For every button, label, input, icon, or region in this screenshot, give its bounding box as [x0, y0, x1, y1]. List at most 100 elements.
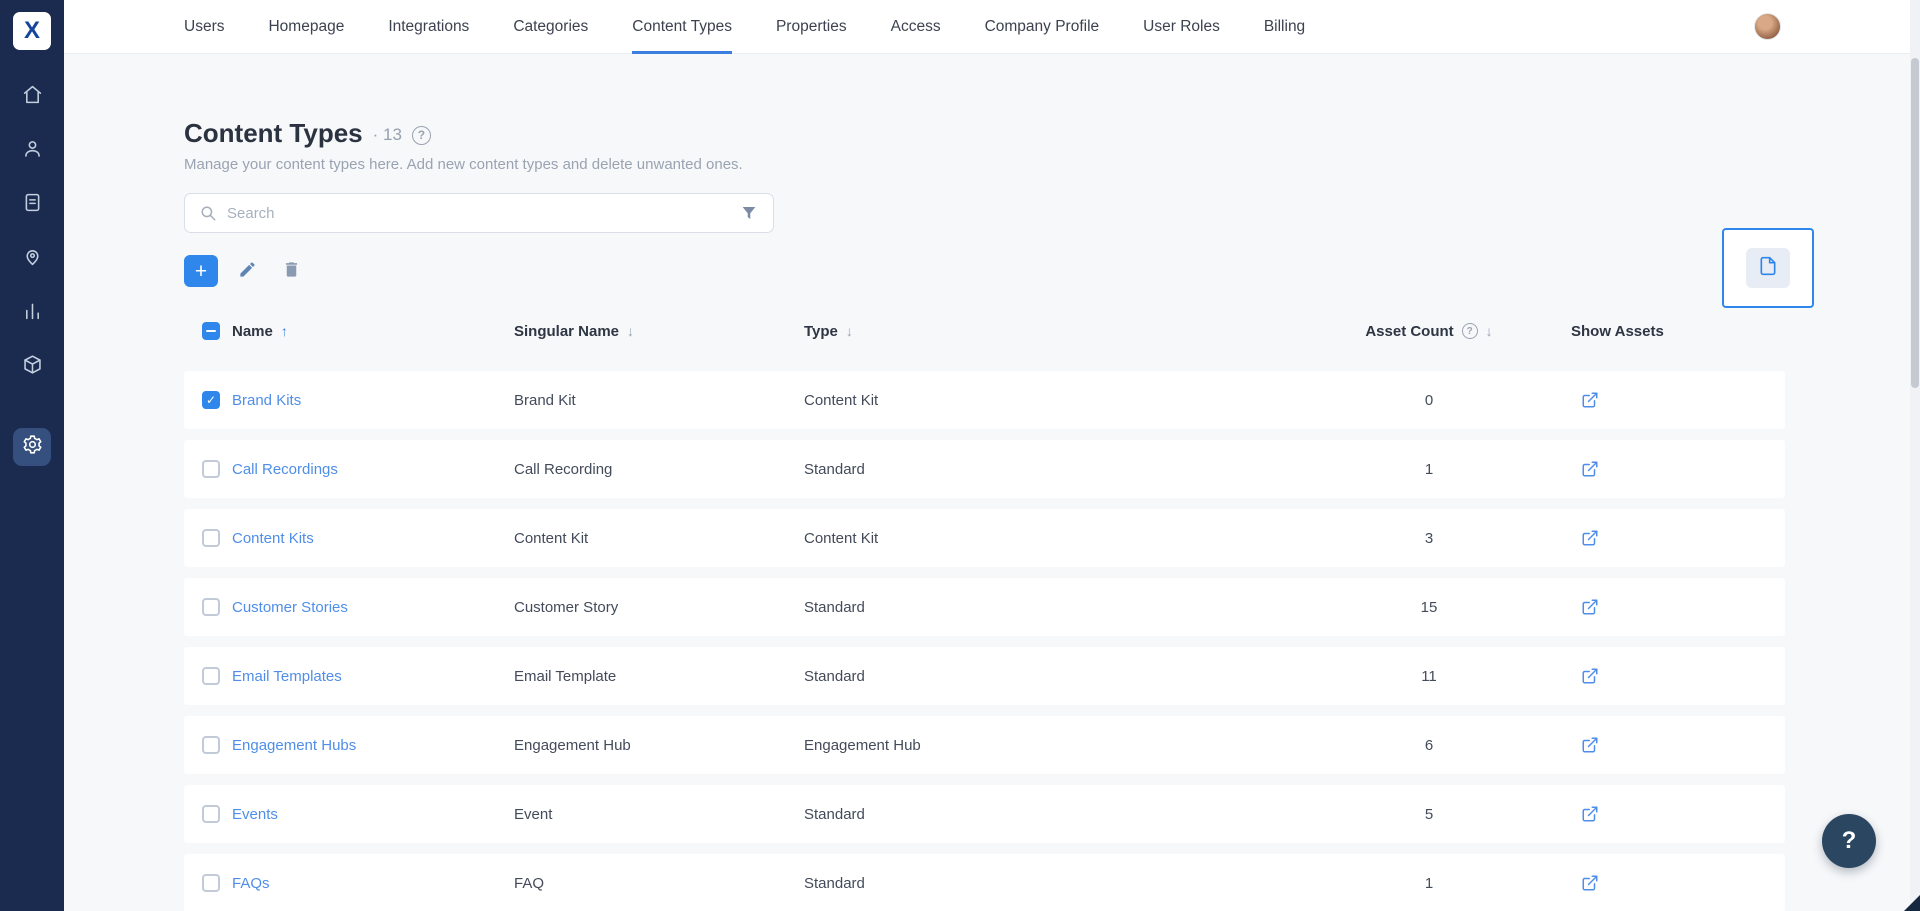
column-header-name[interactable]: Name ↑ — [232, 323, 514, 340]
tab-properties[interactable]: Properties — [776, 0, 847, 54]
row-checkbox[interactable] — [202, 736, 220, 754]
select-all-checkbox[interactable] — [202, 322, 220, 340]
sort-desc-icon: ↓ — [627, 323, 635, 339]
scrollbar-thumb[interactable] — [1911, 58, 1919, 388]
open-assets-icon[interactable] — [1581, 736, 1599, 754]
row-asset-count: 1 — [1424, 460, 1434, 478]
row-singular-name: Brand Kit — [514, 391, 576, 409]
pin-icon — [22, 246, 43, 272]
row-name-link[interactable]: Brand Kits — [232, 392, 301, 409]
row-singular-name: Email Template — [514, 667, 617, 685]
sidebar: X — [0, 0, 64, 911]
filter-icon[interactable] — [739, 203, 759, 223]
help-fab[interactable]: ? — [1822, 814, 1876, 868]
row-asset-count: 11 — [1421, 667, 1437, 685]
scrollbar[interactable] — [1910, 0, 1920, 911]
row-name-link[interactable]: Engagement Hubs — [232, 737, 356, 754]
sort-desc-icon: ↓ — [845, 323, 853, 339]
edit-button[interactable] — [232, 256, 262, 286]
home-icon — [22, 84, 43, 110]
row-checkbox[interactable] — [202, 805, 220, 823]
row-singular-name: Customer Story — [514, 598, 619, 616]
table-row: Email Templates Email Template Standard … — [184, 647, 1785, 705]
delete-button[interactable] — [276, 256, 306, 286]
gear-icon — [22, 434, 43, 460]
table-row: Engagement Hubs Engagement Hub Engagemen… — [184, 716, 1785, 774]
tab-integrations[interactable]: Integrations — [388, 0, 469, 54]
top-nav: Users Homepage Integrations Categories C… — [184, 0, 1305, 54]
row-singular-name: FAQ — [514, 874, 545, 892]
row-singular-name: Event — [514, 805, 553, 823]
row-name-link[interactable]: Call Recordings — [232, 461, 338, 478]
page-subtitle: Manage your content types here. Add new … — [184, 156, 743, 173]
asset-count-help-icon[interactable]: ? — [1461, 323, 1478, 339]
sidebar-item-analytics[interactable] — [13, 294, 51, 332]
bar-chart-icon — [22, 300, 43, 326]
sidebar-item-apps[interactable] — [13, 348, 51, 386]
row-singular-name: Content Kit — [514, 529, 589, 547]
row-asset-count: 0 — [1424, 391, 1434, 409]
row-name-link[interactable]: Customer Stories — [232, 599, 348, 616]
row-checkbox[interactable] — [202, 667, 220, 685]
row-asset-count: 3 — [1424, 529, 1434, 547]
app-logo[interactable]: X — [13, 12, 51, 50]
title-help-icon[interactable]: ? — [411, 125, 431, 145]
tab-billing[interactable]: Billing — [1264, 0, 1305, 54]
tab-categories[interactable]: Categories — [513, 0, 588, 54]
user-avatar[interactable] — [1754, 13, 1781, 40]
page-count: · 13 — [372, 125, 402, 144]
open-assets-icon[interactable] — [1581, 598, 1599, 616]
tab-access[interactable]: Access — [891, 0, 941, 54]
row-name-link[interactable]: FAQs — [232, 875, 270, 892]
add-content-type-button[interactable]: + — [184, 255, 218, 287]
column-header-type[interactable]: Type ↓ — [804, 323, 1304, 340]
user-icon — [22, 138, 43, 164]
sidebar-item-home[interactable] — [13, 78, 51, 116]
row-checkbox[interactable] — [202, 874, 220, 892]
search-input[interactable] — [227, 204, 729, 222]
column-header-singular-name[interactable]: Singular Name ↓ — [514, 323, 804, 340]
open-assets-icon[interactable] — [1581, 667, 1599, 685]
row-asset-count: 1 — [1424, 874, 1434, 892]
open-assets-icon[interactable] — [1581, 391, 1599, 409]
export-button[interactable] — [1722, 228, 1814, 308]
table-row: Customer Stories Customer Story Standard… — [184, 578, 1785, 636]
row-checkbox[interactable] — [202, 598, 220, 616]
tab-homepage[interactable]: Homepage — [268, 0, 344, 54]
sidebar-item-content[interactable] — [13, 186, 51, 224]
tab-user-roles[interactable]: User Roles — [1143, 0, 1220, 54]
open-assets-icon[interactable] — [1581, 805, 1599, 823]
sidebar-item-settings[interactable] — [13, 428, 51, 466]
tab-content-types[interactable]: Content Types — [632, 0, 732, 54]
sidebar-item-topics[interactable] — [13, 240, 51, 278]
tab-company-profile[interactable]: Company Profile — [985, 0, 1100, 54]
page-head: Content Types · 13 ? — [184, 116, 1785, 150]
open-assets-icon[interactable] — [1581, 529, 1599, 547]
row-type: Content Kit — [804, 529, 879, 547]
row-name-link[interactable]: Events — [232, 806, 278, 823]
search-box — [184, 193, 774, 233]
table-row: Content Kits Content Kit Content Kit 3 — [184, 509, 1785, 567]
column-header-asset-count[interactable]: Asset Count ? ↓ — [1304, 323, 1554, 340]
row-checkbox[interactable] — [202, 391, 220, 409]
table-row: Events Event Standard 5 — [184, 785, 1785, 843]
tab-users[interactable]: Users — [184, 0, 224, 54]
open-assets-icon[interactable] — [1581, 460, 1599, 478]
row-type: Standard — [804, 460, 865, 478]
row-checkbox[interactable] — [202, 529, 220, 547]
file-icon — [1758, 256, 1778, 281]
table-row: Brand Kits Brand Kit Content Kit 0 — [184, 371, 1785, 429]
sidebar-item-users[interactable] — [13, 132, 51, 170]
cube-icon — [22, 354, 43, 380]
row-type: Content Kit — [804, 391, 879, 409]
row-checkbox[interactable] — [202, 460, 220, 478]
table-row: FAQs FAQ Standard 1 — [184, 854, 1785, 911]
row-singular-name: Call Recording — [514, 460, 613, 478]
row-name-link[interactable]: Email Templates — [232, 668, 342, 685]
open-assets-icon[interactable] — [1581, 874, 1599, 892]
row-type: Standard — [804, 874, 865, 892]
row-asset-count: 6 — [1424, 736, 1434, 754]
scroll-corner[interactable] — [1904, 895, 1920, 911]
row-singular-name: Engagement Hub — [514, 736, 631, 754]
row-name-link[interactable]: Content Kits — [232, 530, 314, 547]
